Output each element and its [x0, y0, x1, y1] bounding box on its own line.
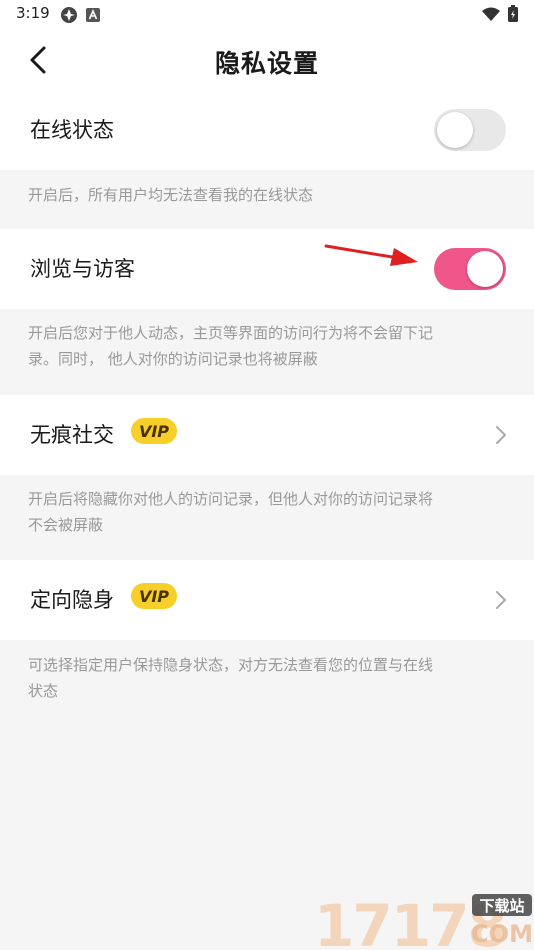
- online-status-toggle[interactable]: [434, 109, 506, 151]
- targeted-invisible-description: 可选择指定用户保持隐身状态，对方无法查看您的位置与在线 状态: [28, 656, 434, 700]
- traceless-social-label: 无痕社交: [30, 423, 114, 447]
- notification-a-icon: [86, 8, 100, 22]
- browse-visitors-description: 开启后您对于他人动态，主页等界面的访问行为将不会留下记 录。同时， 他人对你的访…: [28, 324, 434, 368]
- red-arrow-annotation-icon: [324, 244, 418, 266]
- page-title: 隐私设置: [214, 49, 319, 78]
- online-status-description: 开启后，所有用户均无法查看我的在线状态: [28, 186, 314, 204]
- chevron-right-icon[interactable]: [494, 590, 508, 610]
- traceless-social-description: 开启后将隐藏你对他人的访问记录，但他人对你的访问记录将 不会被屏蔽: [28, 490, 434, 534]
- browse-visitors-label: 浏览与访客: [30, 257, 135, 281]
- watermark-logo: 17178 下载站 COM: [314, 892, 533, 950]
- chevron-right-icon[interactable]: [494, 425, 508, 445]
- watermark-tag: 下载站: [479, 897, 524, 915]
- battery-icon: [508, 5, 518, 22]
- toggle-knob: [437, 112, 473, 148]
- targeted-invisible-label: 定向隐身: [30, 588, 114, 612]
- system-app-icon: [61, 7, 77, 23]
- watermark-domain: COM: [471, 920, 533, 948]
- vip-badge: VIP: [131, 583, 177, 609]
- status-time: 3:19: [16, 4, 50, 22]
- setting-row-online-status: 在线状态: [0, 90, 534, 170]
- browse-visitors-toggle[interactable]: [434, 248, 506, 290]
- toggle-knob: [467, 251, 503, 287]
- setting-row-targeted-invisible[interactable]: 定向隐身 VIP: [0, 560, 534, 640]
- vip-badge: VIP: [131, 418, 177, 444]
- online-status-label: 在线状态: [30, 118, 114, 142]
- status-bar: 3:19: [0, 0, 534, 28]
- wifi-icon: [482, 7, 500, 21]
- setting-row-traceless-social[interactable]: 无痕社交 VIP: [0, 395, 534, 475]
- setting-row-browse-visitors: 浏览与访客: [0, 229, 534, 309]
- nav-bar: 隐私设置: [0, 28, 534, 91]
